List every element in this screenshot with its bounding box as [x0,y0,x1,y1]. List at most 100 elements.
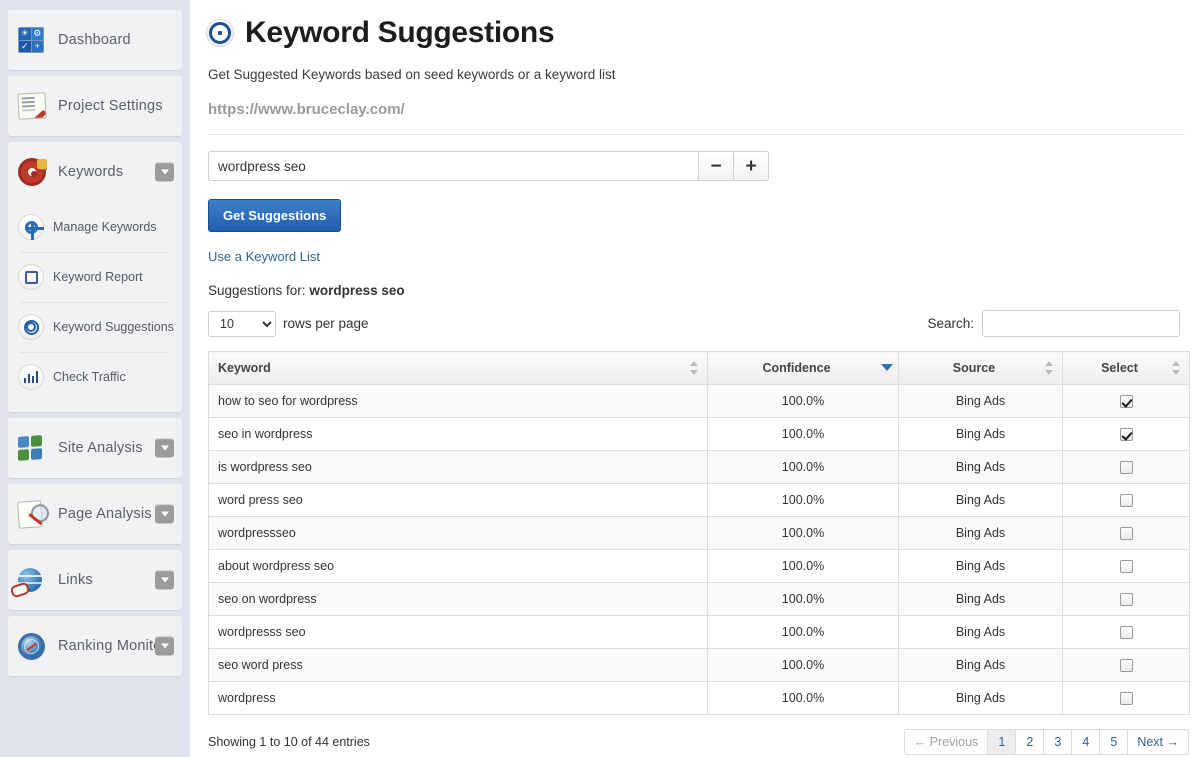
sidebar-item-ranking-monitor-header[interactable]: Ranking Monitor [8,616,182,676]
cell-keyword: wordpressseo [209,517,708,550]
sidebar-subitem-label: Check Traffic [53,370,126,384]
sidebar-subitem-label: Keyword Suggestions [53,320,174,334]
sidebar-item-keywords-header[interactable]: Keywords [8,142,182,202]
sidebar-item-ranking-monitor[interactable]: Ranking Monitor [8,616,182,676]
remove-keyword-button[interactable]: − [699,151,734,181]
sort-arrows-icon[interactable] [1172,361,1181,375]
sidebar-item-label: Page Analysis [58,506,152,522]
sidebar-item-links-header[interactable]: Links [8,550,182,610]
sidebar-item-site-analysis[interactable]: Site Analysis [8,418,182,478]
sidebar-subitem-keyword-report[interactable]: Keyword Report [18,252,172,302]
sidebar: ☀⚙✓+ Dashboard Project Settings Keywords [0,0,190,757]
select-checkbox[interactable] [1120,527,1133,540]
ranking-monitor-icon [18,631,48,661]
cell-select [1063,418,1190,451]
pagination-link: ← Previous [904,729,989,755]
select-checkbox[interactable] [1120,395,1133,408]
sidebar-item-project-settings-header[interactable]: Project Settings [8,76,182,136]
pagination-link[interactable]: 5 [1100,729,1128,755]
site-url: https://www.bruceclay.com/ [208,101,1185,135]
cell-confidence: 100.0% [708,451,899,484]
cell-confidence: 100.0% [708,550,899,583]
sort-desc-icon[interactable] [881,361,890,375]
sidebar-item-page-analysis-header[interactable]: Page Analysis [8,484,182,544]
cell-confidence: 100.0% [708,682,899,715]
gear-icon [18,214,44,240]
pagination-link[interactable]: 1 [988,729,1016,755]
page-subtitle: Get Suggested Keywords based on seed key… [208,67,1185,82]
column-header-label: Select [1101,361,1138,375]
column-header-keyword[interactable]: Keyword [209,352,708,385]
column-header-source[interactable]: Source [899,352,1063,385]
sidebar-item-site-analysis-header[interactable]: Site Analysis [8,418,182,478]
column-header-label: Confidence [762,361,830,375]
cell-confidence: 100.0% [708,385,899,418]
chevron-down-icon-site-analysis[interactable] [155,439,174,458]
square-report-icon [18,264,44,290]
select-checkbox[interactable] [1120,659,1133,672]
cell-select [1063,550,1190,583]
column-header-select[interactable]: Select [1063,352,1190,385]
chevron-down-icon-ranking-monitor[interactable] [155,637,174,656]
sidebar-item-keywords[interactable]: Keywords Manage Keywords Keyword Report … [8,142,182,412]
select-checkbox[interactable] [1120,428,1133,441]
select-checkbox[interactable] [1120,692,1133,705]
column-header-confidence[interactable]: Confidence [708,352,899,385]
table-row: wordpressseo100.0%Bing Ads [209,517,1190,550]
table-row: seo in wordpress100.0%Bing Ads [209,418,1190,451]
select-checkbox[interactable] [1120,560,1133,573]
table-header-row: Keyword Confidence Source Select [209,352,1190,385]
pagination-link[interactable]: Next → [1128,729,1189,755]
keyword-input[interactable] [208,151,699,181]
sidebar-subitem-keyword-suggestions[interactable]: Keyword Suggestions [18,302,172,352]
main-content: Keyword Suggestions Get Suggested Keywor… [190,0,1195,757]
table-controls: 102550100 rows per page Search: [208,310,1185,337]
page-header: Keyword Suggestions [206,16,1185,50]
sort-arrows-icon[interactable] [1045,361,1054,375]
use-keyword-list-link[interactable]: Use a Keyword List [208,249,1185,264]
cell-select [1063,649,1190,682]
sort-arrows-icon[interactable] [690,361,699,375]
select-checkbox[interactable] [1120,626,1133,639]
table-row: how to seo for wordpress100.0%Bing Ads [209,385,1190,418]
select-checkbox[interactable] [1120,494,1133,507]
target-circles-icon [206,19,234,47]
cell-select [1063,583,1190,616]
sidebar-subitem-check-traffic[interactable]: Check Traffic [18,352,172,402]
sidebar-subitem-manage-keywords[interactable]: Manage Keywords [18,202,172,252]
cell-source: Bing Ads [899,385,1063,418]
chevron-down-icon-links[interactable] [155,571,174,590]
sidebar-item-dashboard[interactable]: ☀⚙✓+ Dashboard [8,10,182,70]
select-checkbox[interactable] [1120,461,1133,474]
sidebar-item-label: Links [58,572,93,588]
project-settings-icon [18,91,48,121]
cell-keyword: seo word press [209,649,708,682]
search-input[interactable] [982,310,1180,337]
pagination-link[interactable]: 4 [1072,729,1100,755]
chevron-down-icon-keywords[interactable] [155,163,174,182]
table-footer: Showing 1 to 10 of 44 entries ← Previous… [208,729,1189,755]
get-suggestions-button[interactable]: Get Suggestions [208,199,341,232]
target-circles-icon [18,314,44,340]
sidebar-item-page-analysis[interactable]: Page Analysis [8,484,182,544]
dashboard-grid-icon: ☀⚙✓+ [18,25,48,55]
add-keyword-button[interactable]: + [734,151,769,181]
pagination-link[interactable]: 3 [1044,729,1072,755]
table-row: seo on wordpress100.0%Bing Ads [209,583,1190,616]
sidebar-item-dashboard-header[interactable]: ☀⚙✓+ Dashboard [8,10,182,70]
column-header-label: Source [953,361,995,375]
select-checkbox[interactable] [1120,593,1133,606]
sidebar-item-links[interactable]: Links [8,550,182,610]
sidebar-item-project-settings[interactable]: Project Settings [8,76,182,136]
pagination-link[interactable]: 2 [1016,729,1044,755]
cell-confidence: 100.0% [708,583,899,616]
chevron-down-icon-page-analysis[interactable] [155,505,174,524]
suggestions-table: Keyword Confidence Source Select [208,351,1190,715]
sidebar-item-label: Ranking Monitor [58,638,167,654]
cell-source: Bing Ads [899,517,1063,550]
table-row: wordpresss seo100.0%Bing Ads [209,616,1190,649]
cell-keyword: is wordpress seo [209,451,708,484]
cell-keyword: word press seo [209,484,708,517]
rows-per-page-select[interactable]: 102550100 [208,311,276,337]
cell-source: Bing Ads [899,550,1063,583]
